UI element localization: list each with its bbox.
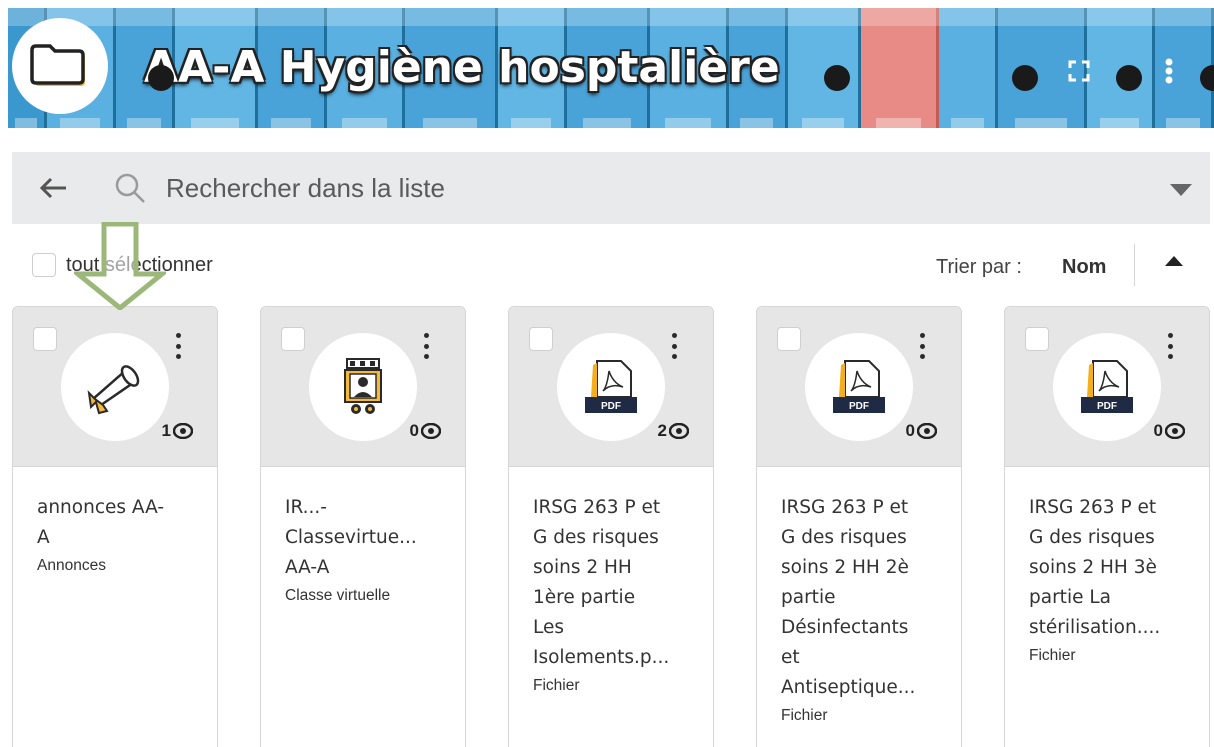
card-menu-button[interactable] bbox=[915, 333, 929, 359]
card-thumbnail bbox=[309, 333, 417, 441]
card-menu-button[interactable] bbox=[667, 333, 681, 359]
card-body: annonces AA- A Annonces bbox=[37, 493, 199, 575]
card-type: Fichier bbox=[1029, 647, 1076, 664]
view-count: 1 bbox=[162, 421, 193, 441]
svg-text:PDF: PDF bbox=[601, 401, 621, 412]
card-checkbox[interactable] bbox=[777, 327, 801, 351]
eye-icon bbox=[173, 423, 193, 439]
card-title[interactable]: IR...- Classevirtue... AA-A bbox=[285, 493, 447, 583]
card-thumbnail bbox=[61, 333, 169, 441]
card-body: IRSG 263 P et G des risques soins 2 HH 3… bbox=[1029, 493, 1191, 665]
sort-field-select[interactable]: Nom bbox=[1062, 256, 1106, 279]
resource-card[interactable]: 0 IR...- Classevirtue... AA-A Classe vir… bbox=[260, 306, 466, 747]
more-options-button[interactable] bbox=[1154, 56, 1184, 86]
card-header: PDF 0 bbox=[1005, 307, 1209, 467]
card-title[interactable]: IRSG 263 P et G des risques soins 2 HH 1… bbox=[533, 493, 695, 673]
folder-avatar bbox=[12, 18, 108, 114]
card-type: Fichier bbox=[533, 677, 580, 694]
search-bar bbox=[12, 152, 1210, 224]
title-decoration-dot bbox=[1116, 65, 1142, 91]
more-vertical-icon bbox=[1165, 58, 1173, 84]
pdf-file-icon: PDF bbox=[833, 360, 885, 413]
title-decoration-dot bbox=[148, 65, 174, 91]
view-count: 0 bbox=[906, 421, 937, 441]
fullscreen-button[interactable] bbox=[1064, 56, 1094, 86]
select-all-label[interactable]: tout sélectionner bbox=[66, 254, 213, 277]
card-title[interactable]: IRSG 263 P et G des risques soins 2 HH 3… bbox=[1029, 493, 1191, 643]
card-thumbnail: PDF bbox=[805, 333, 913, 441]
resource-card[interactable]: PDF 0 IRSG 263 P et G des risques soins … bbox=[1004, 306, 1210, 747]
fullscreen-icon bbox=[1068, 60, 1090, 82]
pdf-file-icon: PDF bbox=[1081, 360, 1133, 413]
card-type: Classe virtuelle bbox=[285, 587, 391, 604]
sort-direction-toggle[interactable] bbox=[1162, 252, 1186, 270]
view-count: 0 bbox=[410, 421, 441, 441]
folder-icon bbox=[30, 44, 85, 86]
svg-text:PDF: PDF bbox=[849, 401, 869, 412]
card-title[interactable]: IRSG 263 P et G des risques soins 2 HH 2… bbox=[781, 493, 943, 703]
caret-up-icon bbox=[1165, 256, 1183, 266]
virtual-classroom-icon bbox=[344, 358, 382, 414]
card-body: IRSG 263 P et G des risques soins 2 HH 1… bbox=[533, 493, 695, 695]
card-menu-button[interactable] bbox=[1163, 333, 1177, 359]
eye-icon bbox=[917, 423, 937, 439]
card-header: 0 bbox=[261, 307, 465, 467]
select-all-checkbox[interactable] bbox=[32, 253, 56, 277]
announcement-icon bbox=[87, 365, 140, 415]
view-count: 0 bbox=[1154, 421, 1185, 441]
card-menu-button[interactable] bbox=[419, 333, 433, 359]
eye-icon bbox=[669, 423, 689, 439]
card-header: PDF 2 bbox=[509, 307, 713, 467]
card-checkbox[interactable] bbox=[529, 327, 553, 351]
card-type: Fichier bbox=[781, 707, 828, 724]
header-banner: AA-A Hygiène hosptalière bbox=[8, 8, 1214, 128]
card-checkbox[interactable] bbox=[1025, 327, 1049, 351]
card-thumbnail: PDF bbox=[1053, 333, 1161, 441]
caret-down-icon bbox=[1170, 184, 1192, 196]
card-header: PDF 0 bbox=[757, 307, 961, 467]
back-button[interactable] bbox=[38, 174, 68, 202]
select-all-row: tout sélectionner bbox=[32, 253, 213, 277]
resource-card[interactable]: PDF 0 IRSG 263 P et G des risques soins … bbox=[756, 306, 962, 747]
card-thumbnail: PDF bbox=[557, 333, 665, 441]
sort-label: Trier par : bbox=[936, 256, 1022, 278]
card-checkbox[interactable] bbox=[281, 327, 305, 351]
eye-icon bbox=[421, 423, 441, 439]
card-body: IR...- Classevirtue... AA-A Classe virtu… bbox=[285, 493, 447, 605]
card-checkbox[interactable] bbox=[33, 327, 57, 351]
resource-card[interactable]: 1 annonces AA- A Annonces bbox=[12, 306, 218, 747]
card-title[interactable]: annonces AA- A bbox=[37, 493, 199, 553]
page-title: AA-A Hygiène hosptalière bbox=[144, 42, 780, 93]
resource-card[interactable]: PDF 2 IRSG 263 P et G des risques soins … bbox=[508, 306, 714, 747]
search-icon bbox=[115, 173, 145, 203]
sort-divider bbox=[1134, 244, 1135, 286]
title-decoration-dot bbox=[824, 65, 850, 91]
card-body: IRSG 263 P et G des risques soins 2 HH 2… bbox=[781, 493, 943, 725]
card-header: 1 bbox=[13, 307, 217, 467]
card-menu-button[interactable] bbox=[171, 333, 185, 359]
card-type: Annonces bbox=[37, 557, 106, 574]
arrow-left-icon bbox=[39, 177, 66, 199]
title-decoration-dot bbox=[1012, 65, 1038, 91]
search-options-dropdown[interactable] bbox=[1166, 180, 1196, 200]
pdf-file-icon: PDF bbox=[585, 360, 637, 413]
view-count: 2 bbox=[658, 421, 689, 441]
search-input[interactable] bbox=[166, 168, 1066, 208]
eye-icon bbox=[1165, 423, 1185, 439]
svg-text:PDF: PDF bbox=[1097, 401, 1117, 412]
